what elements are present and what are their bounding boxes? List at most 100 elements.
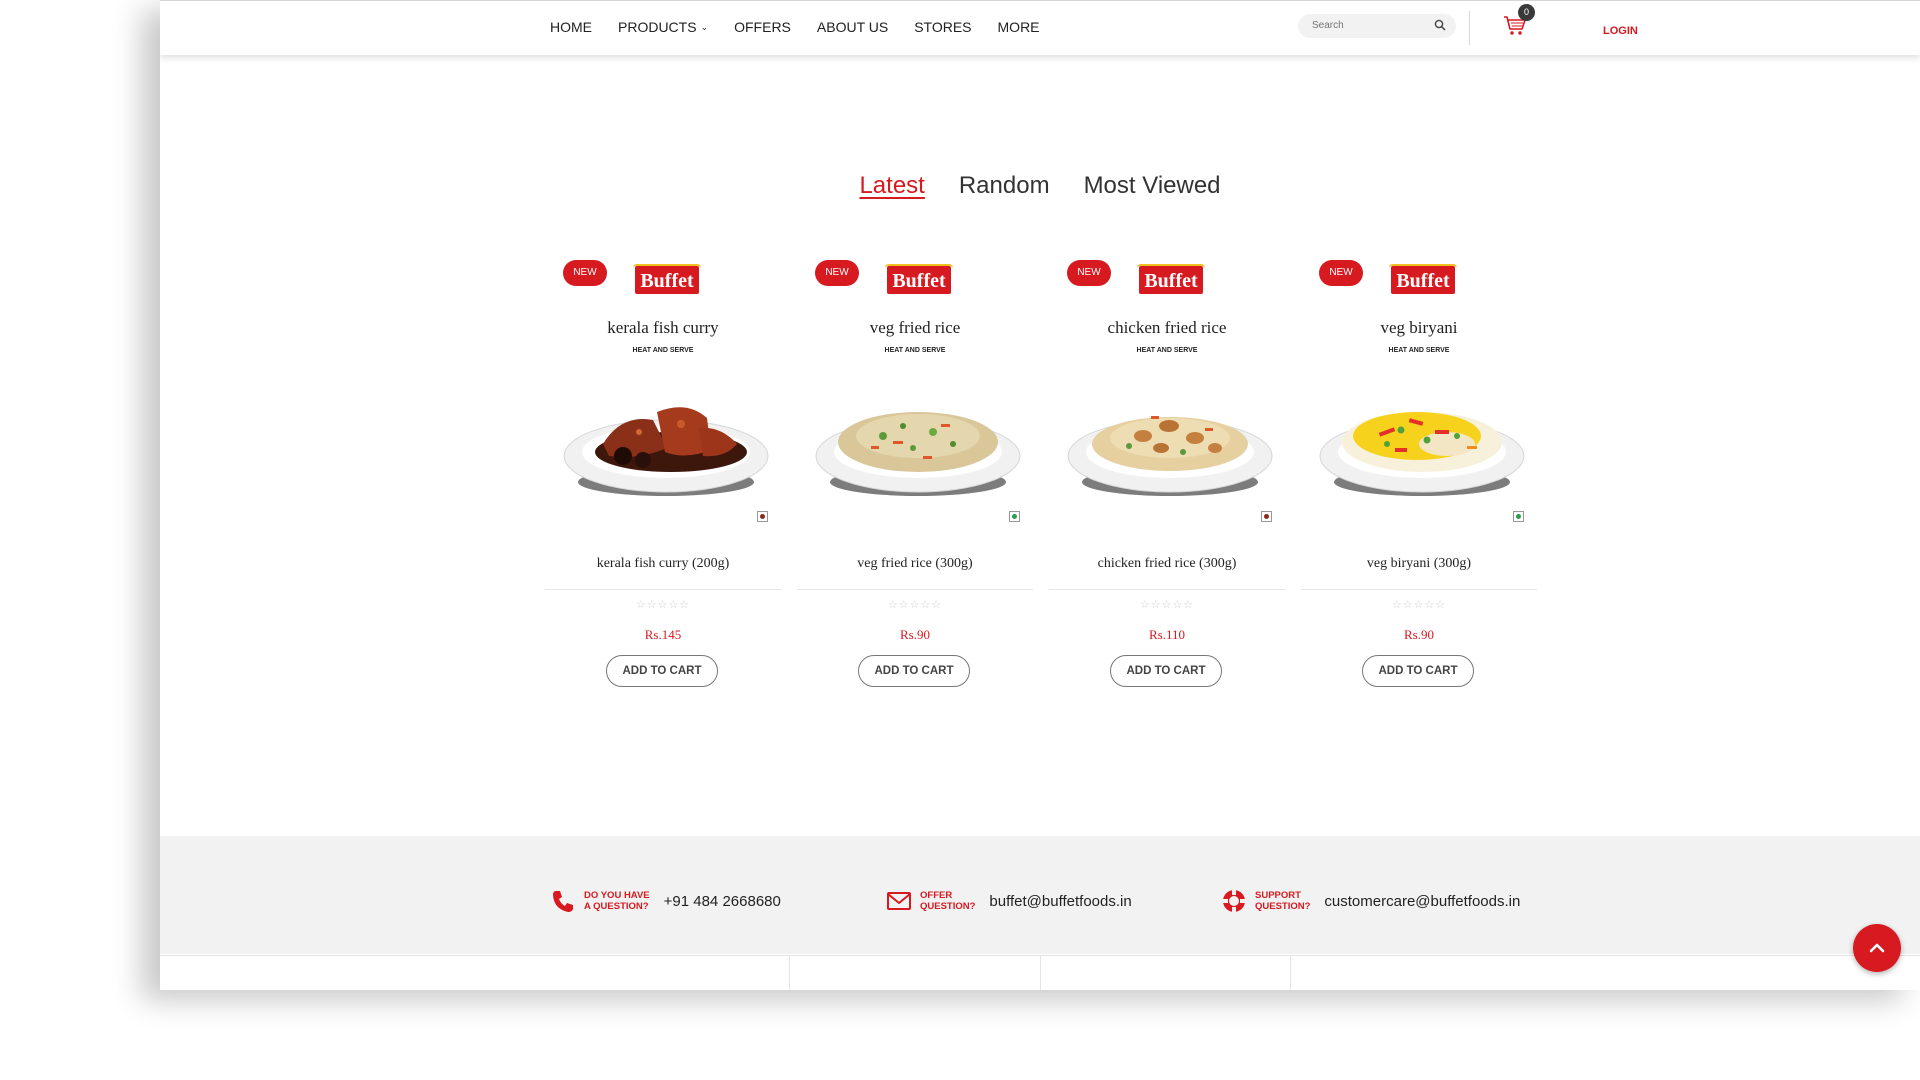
support-label-line2: QUESTION? (1255, 901, 1311, 912)
nonveg-indicator (757, 511, 768, 522)
product-name[interactable]: kerala fish curry (200g) (545, 556, 781, 572)
fish-curry-plate-image[interactable] (561, 386, 771, 514)
support-label-line1: SUPPORT (1255, 890, 1301, 901)
page: HOME PRODUCTS ⌄ OFFERS ABOUT US STORES MO… (160, 0, 1920, 990)
nav-more[interactable]: MORE (998, 19, 1040, 35)
product-price: Rs.145 (644, 627, 682, 642)
offer-label-line2: QUESTION? (920, 901, 976, 912)
rating-stars: ☆☆☆☆☆ (1139, 599, 1195, 611)
search-icon[interactable] (1434, 19, 1446, 31)
product-name[interactable]: chicken fried rice (300g) (1049, 556, 1285, 572)
nonveg-indicator (1261, 511, 1272, 522)
scroll-to-top-button[interactable] (1853, 924, 1901, 972)
phone-icon (553, 891, 573, 912)
rating-stars: ☆☆☆☆☆ (887, 599, 943, 611)
envelope-icon (887, 892, 911, 910)
login-link[interactable]: LOGIN (1603, 25, 1638, 37)
strip-divider (1290, 956, 1291, 990)
strip-divider (1040, 956, 1041, 990)
chevron-down-icon: ⌄ (700, 21, 709, 32)
brand-logo: Buffet (1391, 266, 1455, 294)
tab-random[interactable]: Random (959, 172, 1050, 200)
nav-about-us-label: ABOUT US (816, 19, 889, 35)
rating-stars: ☆☆☆☆☆ (635, 599, 691, 611)
cart-count-badge: 0 (1518, 4, 1535, 21)
nav-more-label: MORE (997, 19, 1040, 35)
nav-home[interactable]: HOME (550, 19, 592, 35)
card-divider (1301, 589, 1537, 590)
offer-contact-label: OFFER QUESTION? (920, 890, 975, 912)
add-to-cart-button[interactable]: ADD TO CART (858, 655, 970, 687)
support-contact: SUPPORT QUESTION? customercare@buffetfoo… (1221, 888, 1520, 914)
strip-divider (789, 956, 790, 990)
product-grid: NEW Buffet kerala fish curry HEAT AND SE… (545, 258, 1553, 698)
chicken-fried-rice-plate-image[interactable] (1065, 386, 1275, 514)
nav-divider (1469, 11, 1470, 45)
new-badge: NEW (1067, 260, 1111, 286)
product-card[interactable]: NEW Buffet chicken fried rice HEAT AND S… (1049, 258, 1285, 698)
product-name[interactable]: veg fried rice (300g) (797, 556, 1033, 572)
veg-biryani-plate-image[interactable] (1317, 386, 1527, 514)
brand-logo: Buffet (1139, 266, 1203, 294)
product-title[interactable]: chicken fried rice (1049, 318, 1285, 338)
support-email[interactable]: customercare@buffetfoods.in (1324, 893, 1520, 910)
offer-label-line1: OFFER (920, 890, 953, 901)
card-divider (1049, 589, 1285, 590)
nav-about-us[interactable]: ABOUT US (817, 19, 888, 35)
card-divider (545, 589, 781, 590)
new-badge: NEW (563, 260, 607, 286)
phone-contact-label: DO YOU HAVE A QUESTION? (584, 890, 650, 912)
product-price: Rs.90 (1404, 627, 1434, 642)
support-contact-label: SUPPORT QUESTION? (1255, 890, 1310, 912)
product-title[interactable]: veg fried rice (797, 318, 1033, 338)
nav-stores-label: STORES (914, 19, 972, 35)
search-box (1298, 14, 1456, 38)
product-price: Rs.90 (900, 627, 930, 642)
nav-products[interactable]: PRODUCTS ⌄ (618, 19, 708, 35)
rating-stars: ☆☆☆☆☆ (1391, 599, 1447, 611)
top-navbar: HOME PRODUCTS ⌄ OFFERS ABOUT US STORES MO… (160, 0, 1920, 55)
lifebuoy-icon (1223, 890, 1245, 912)
product-tabs: Latest Random Most Viewed (160, 172, 1920, 200)
tab-most-viewed[interactable]: Most Viewed (1084, 172, 1221, 200)
phone-number[interactable]: +91 484 2668680 (664, 893, 781, 910)
nav-stores[interactable]: STORES (914, 19, 971, 35)
contact-footer: DO YOU HAVE A QUESTION? +91 484 2668680 … (160, 836, 1920, 954)
nav-home-label: HOME (550, 19, 592, 35)
search-input[interactable] (1310, 19, 1424, 32)
product-title[interactable]: veg biryani (1301, 318, 1537, 338)
phone-contact: DO YOU HAVE A QUESTION? +91 484 2668680 (550, 888, 781, 914)
nav-products-label: PRODUCTS (618, 19, 697, 35)
brand-logo: Buffet (635, 266, 699, 294)
phone-label-line1: DO YOU HAVE (584, 890, 650, 901)
new-badge: NEW (815, 260, 859, 286)
fried-rice-plate-image[interactable] (813, 386, 1023, 514)
veg-indicator (1513, 511, 1524, 522)
footer-bottom-strip (160, 955, 1920, 990)
product-title[interactable]: kerala fish curry (545, 318, 781, 338)
new-badge: NEW (1319, 260, 1363, 286)
product-subtitle: HEAT AND SERVE (1136, 347, 1198, 354)
main-nav: HOME PRODUCTS ⌄ OFFERS ABOUT US STORES MO… (550, 19, 1066, 35)
card-divider (797, 589, 1033, 590)
offer-contact: OFFER QUESTION? buffet@buffetfoods.in (886, 888, 1132, 914)
veg-indicator (1009, 511, 1020, 522)
product-subtitle: HEAT AND SERVE (632, 347, 694, 354)
product-name[interactable]: veg biryani (300g) (1301, 556, 1537, 572)
product-card[interactable]: NEW Buffet kerala fish curry HEAT AND SE… (545, 258, 781, 698)
product-subtitle: HEAT AND SERVE (1388, 347, 1450, 354)
product-card[interactable]: NEW Buffet veg fried rice HEAT AND SERVE (797, 258, 1033, 698)
add-to-cart-button[interactable]: ADD TO CART (1110, 655, 1222, 687)
brand-logo: Buffet (887, 266, 951, 294)
chevron-up-icon (1869, 943, 1885, 953)
offer-email[interactable]: buffet@buffetfoods.in (989, 893, 1131, 910)
tab-latest[interactable]: Latest (859, 172, 924, 200)
product-price: Rs.110 (1149, 627, 1185, 642)
nav-offers-label: OFFERS (734, 19, 791, 35)
product-subtitle: HEAT AND SERVE (884, 347, 946, 354)
add-to-cart-button[interactable]: ADD TO CART (606, 655, 718, 687)
product-card[interactable]: NEW Buffet veg biryani HEAT AND SERVE ve… (1301, 258, 1537, 698)
phone-label-line2: A QUESTION? (584, 901, 649, 912)
nav-offers[interactable]: OFFERS (734, 19, 791, 35)
add-to-cart-button[interactable]: ADD TO CART (1362, 655, 1474, 687)
